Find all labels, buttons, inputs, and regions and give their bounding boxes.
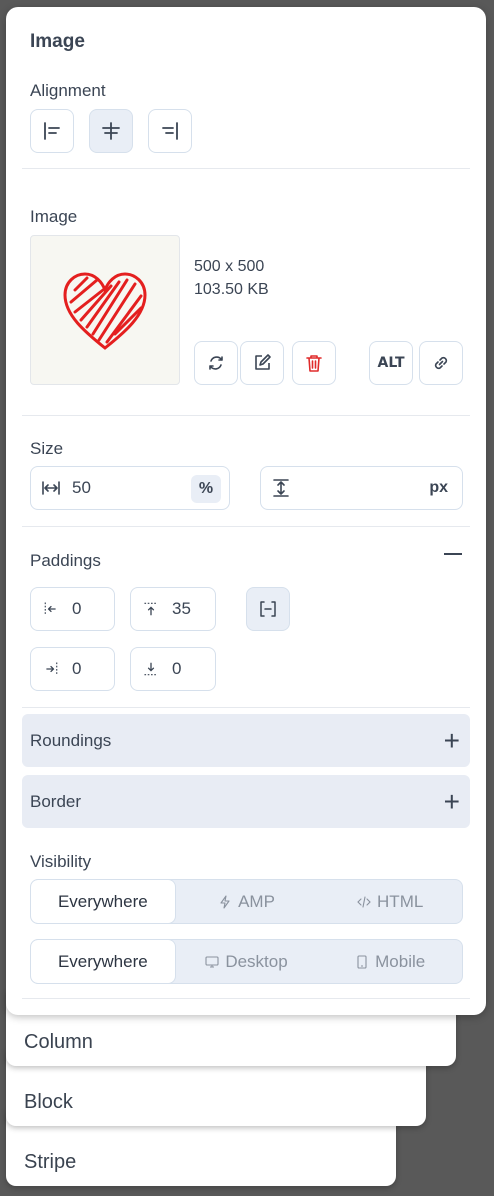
collapse-paddings-icon[interactable]: [444, 553, 462, 555]
edit-image-button[interactable]: [240, 341, 284, 385]
divider: [22, 526, 470, 527]
format-everywhere-label: Everywhere: [57, 891, 148, 911]
height-unit-toggle[interactable]: px: [429, 479, 448, 497]
padding-top-icon: [140, 598, 162, 620]
image-label: Image: [30, 207, 78, 226]
height-field[interactable]: px: [260, 466, 463, 510]
align-right-button[interactable]: [148, 109, 192, 153]
border-accordion[interactable]: Border +: [22, 775, 470, 828]
desktop-icon: [205, 955, 219, 968]
device-visibility-segmented: Everywhere Desktop Mobile: [30, 939, 463, 984]
padding-top-field[interactable]: 35: [130, 587, 216, 631]
stack-card-stripe-label: Stripe: [24, 1151, 77, 1173]
align-left-icon: [44, 122, 60, 140]
padding-bottom-field[interactable]: 0: [130, 647, 216, 691]
bolt-icon: [220, 894, 230, 909]
expand-roundings-icon: +: [443, 724, 460, 756]
align-right-icon: [162, 122, 178, 140]
format-html-label: HTML: [377, 891, 424, 911]
link-icon: [434, 356, 448, 370]
height-icon: [270, 477, 292, 499]
edit-icon: [255, 354, 271, 370]
panel-title: Image: [30, 31, 85, 52]
padding-right-field[interactable]: 0: [30, 647, 115, 691]
divider: [22, 168, 470, 169]
code-icon: [357, 895, 371, 908]
align-left-button[interactable]: [30, 109, 74, 153]
image-thumbnail[interactable]: [30, 235, 180, 385]
border-label: Border: [30, 791, 82, 811]
padding-right-icon: [40, 658, 62, 680]
device-everywhere-option[interactable]: Everywhere: [31, 940, 175, 983]
padding-left-field[interactable]: 0: [30, 587, 115, 631]
padding-box-icon: [260, 601, 276, 617]
replace-icon: [209, 356, 223, 370]
paddings-label: Paddings: [30, 551, 101, 570]
divider: [22, 415, 470, 416]
stack-card-column-label: Column: [24, 1031, 93, 1053]
alignment-label: Alignment: [30, 81, 106, 100]
replace-image-button[interactable]: [194, 341, 238, 385]
image-file-size: 103.50 KB: [194, 281, 269, 298]
link-button[interactable]: [419, 341, 463, 385]
format-html-option[interactable]: HTML: [318, 880, 462, 923]
divider: [22, 707, 470, 708]
width-icon: [40, 477, 62, 499]
expand-border-icon: +: [443, 785, 460, 817]
image-dimensions: 500 x 500: [194, 258, 265, 275]
padding-right-value: 0: [72, 659, 82, 678]
padding-top-value: 35: [172, 599, 191, 618]
format-amp-option[interactable]: AMP: [175, 880, 319, 923]
width-field[interactable]: 50 %: [30, 466, 230, 510]
device-everywhere-label: Everywhere: [57, 951, 148, 971]
roundings-label: Roundings: [30, 730, 112, 750]
padding-left-icon: [40, 598, 62, 620]
padding-link-toggle[interactable]: [246, 587, 290, 631]
format-everywhere-option[interactable]: Everywhere: [31, 880, 175, 923]
device-mobile-label: Mobile: [375, 951, 426, 971]
format-amp-label: AMP: [238, 891, 275, 911]
width-unit-toggle[interactable]: %: [191, 475, 221, 503]
visibility-label: Visibility: [30, 852, 92, 871]
width-value: 50: [72, 478, 91, 497]
device-mobile-option[interactable]: Mobile: [318, 940, 462, 983]
divider: [22, 998, 470, 999]
mobile-icon: [357, 954, 367, 969]
roundings-accordion[interactable]: Roundings +: [22, 714, 470, 767]
alt-text-button[interactable]: ALT: [369, 341, 413, 385]
stack-card-block-label: Block: [24, 1091, 73, 1113]
padding-bottom-icon: [140, 658, 162, 680]
delete-image-button[interactable]: [292, 341, 336, 385]
image-settings-panel: Image Alignment Image 500 x 500 103.50 K…: [6, 7, 486, 1015]
size-label: Size: [30, 439, 64, 458]
align-center-icon: [102, 122, 120, 140]
format-visibility-segmented: Everywhere AMP HTML: [30, 879, 463, 924]
trash-icon: [306, 355, 322, 372]
device-desktop-label: Desktop: [225, 951, 288, 971]
align-center-button[interactable]: [89, 109, 133, 153]
device-desktop-option[interactable]: Desktop: [175, 940, 319, 983]
heart-image: [63, 272, 147, 350]
padding-bottom-value: 0: [172, 659, 182, 678]
padding-left-value: 0: [72, 599, 82, 618]
